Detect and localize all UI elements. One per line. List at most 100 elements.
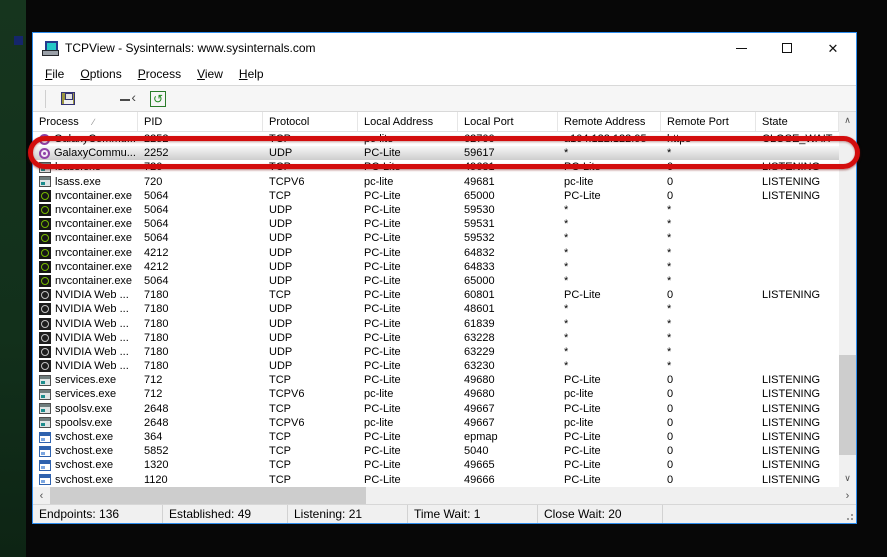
minimize-button[interactable] [718, 33, 764, 63]
scroll-right-icon[interactable]: › [839, 487, 856, 504]
cell-pid: 7180 [138, 302, 263, 316]
table-row[interactable]: GalaxyCommu...2252UDPPC-Lite59617** [33, 146, 839, 160]
cell-local_port: 65000 [458, 274, 558, 288]
menu-item-help[interactable]: Help [231, 65, 272, 83]
table-row[interactable]: svchost.exe5852TCPPC-Lite5040PC-Lite0LIS… [33, 444, 839, 458]
cell-remote_address: a104.122.122.95 [558, 132, 661, 146]
cell-remote_address: PC-Lite [558, 444, 661, 458]
cell-local_address: pc-lite [358, 175, 458, 189]
resize-grip[interactable] [845, 512, 853, 520]
column-header-local_port[interactable]: Local Port [458, 112, 558, 131]
save-button[interactable] [58, 89, 78, 109]
maximize-button[interactable] [764, 33, 810, 63]
cell-local_port: 49680 [458, 373, 558, 387]
cell-remote_address: PC-Lite [558, 458, 661, 472]
table-row[interactable]: lsass.exe720TCPPC-Lite49681PC-Lite0LISTE… [33, 160, 839, 174]
horizontal-scrollbar[interactable]: ‹ › [33, 487, 856, 504]
column-header-remote_port[interactable]: Remote Port [661, 112, 756, 131]
table-row[interactable]: nvcontainer.exe4212UDPPC-Lite64833** [33, 260, 839, 274]
scroll-down-icon[interactable]: ∨ [839, 470, 856, 487]
cell-process: nvcontainer.exe [33, 203, 138, 217]
cell-remote_port: 0 [661, 288, 756, 302]
cell-remote_port: * [661, 203, 756, 217]
table-row[interactable]: services.exe712TCPPC-Lite49680PC-Lite0LI… [33, 373, 839, 387]
cell-protocol: TCP [263, 189, 358, 203]
menu-item-options[interactable]: Options [72, 65, 129, 83]
menu-item-view[interactable]: View [189, 65, 231, 83]
cell-local_address: PC-Lite [358, 217, 458, 231]
cell-state: LISTENING [756, 387, 839, 401]
save-icon [61, 92, 75, 105]
table-row[interactable]: spoolsv.exe2648TCPPC-Lite49667PC-Lite0LI… [33, 402, 839, 416]
cell-pid: 7180 [138, 317, 263, 331]
cell-pid: 4212 [138, 246, 263, 260]
scroll-left-icon[interactable]: ‹ [33, 487, 50, 504]
cell-pid: 7180 [138, 359, 263, 373]
menu-item-process[interactable]: Process [130, 65, 189, 83]
cell-pid: 5064 [138, 189, 263, 203]
cell-local_port: 65000 [458, 189, 558, 203]
cell-process: nvcontainer.exe [33, 189, 138, 203]
scroll-up-icon[interactable]: ∧ [839, 112, 856, 129]
table-row[interactable]: NVIDIA Web ...7180UDPPC-Lite63230** [33, 359, 839, 373]
cell-protocol: TCP [263, 402, 358, 416]
table-row[interactable]: nvcontainer.exe5064TCPPC-Lite65000PC-Lit… [33, 189, 839, 203]
cell-process: GalaxyCommu... [33, 132, 138, 146]
column-header-process[interactable]: Process∕ [33, 112, 138, 131]
cell-pid: 5064 [138, 274, 263, 288]
cell-process: lsass.exe [33, 175, 138, 189]
table-row[interactable]: services.exe712TCPV6pc-lite49680pc-lite0… [33, 387, 839, 401]
menu-item-file[interactable]: File [37, 65, 72, 83]
table-row[interactable]: spoolsv.exe2648TCPV6pc-lite49667pc-lite0… [33, 416, 839, 430]
cell-protocol: TCPV6 [263, 416, 358, 430]
whois-button[interactable] [118, 89, 138, 109]
cell-protocol: UDP [263, 217, 358, 231]
table-row[interactable]: nvcontainer.exe5064UDPPC-Lite59531** [33, 217, 839, 231]
table-row[interactable]: nvcontainer.exe5064UDPPC-Lite59532** [33, 231, 839, 245]
column-header-protocol[interactable]: Protocol [263, 112, 358, 131]
cell-protocol: UDP [263, 246, 358, 260]
column-header-local_address[interactable]: Local Address [358, 112, 458, 131]
cell-pid: 5852 [138, 444, 263, 458]
cell-pid: 720 [138, 175, 263, 189]
cell-remote_port: * [661, 359, 756, 373]
vertical-scrollbar-thumb[interactable] [839, 355, 856, 455]
nvgreen-process-icon [39, 204, 51, 216]
cell-state: LISTENING [756, 402, 839, 416]
cell-local_address: PC-Lite [358, 260, 458, 274]
table-row[interactable]: NVIDIA Web ...7180UDPPC-Lite63228** [33, 331, 839, 345]
table-row[interactable]: lsass.exe720TCPV6pc-lite49681pc-lite0LIS… [33, 175, 839, 189]
cell-remote_port: * [661, 146, 756, 160]
cell-remote_address: PC-Lite [558, 373, 661, 387]
table-row[interactable]: NVIDIA Web ...7180UDPPC-Lite61839** [33, 316, 839, 330]
font-button[interactable] [88, 89, 108, 109]
title-bar[interactable]: TCPView - Sysinternals: www.sysinternals… [33, 33, 856, 63]
table-row[interactable]: NVIDIA Web ...7180UDPPC-Lite48601** [33, 302, 839, 316]
cell-process: services.exe [33, 373, 138, 387]
table-row[interactable]: svchost.exe1120TCPPC-Lite49666PC-Lite0LI… [33, 473, 839, 487]
horizontal-scrollbar-thumb[interactable] [50, 487, 366, 504]
cell-remote_port: https [661, 132, 756, 146]
column-header-remote_address[interactable]: Remote Address [558, 112, 661, 131]
column-header-pid[interactable]: PID [138, 112, 263, 131]
refresh-button[interactable] [148, 89, 168, 109]
refresh-icon [150, 91, 166, 107]
cell-remote_address: * [558, 274, 661, 288]
table-row[interactable]: svchost.exe1320TCPPC-Lite49665PC-Lite0LI… [33, 458, 839, 472]
column-header-state[interactable]: State [756, 112, 839, 131]
table-row[interactable]: NVIDIA Web ...7180TCPPC-Lite60801PC-Lite… [33, 288, 839, 302]
cell-protocol: TCP [263, 430, 358, 444]
table-row[interactable]: NVIDIA Web ...7180UDPPC-Lite63229** [33, 345, 839, 359]
galaxy-process-icon [39, 148, 50, 159]
table-row[interactable]: GalaxyCommu...2252TCPpc-lite62700a104.12… [33, 132, 839, 146]
table-row[interactable]: nvcontainer.exe5064UDPPC-Lite59530** [33, 203, 839, 217]
galaxy-process-icon [39, 134, 50, 145]
table-row[interactable]: nvcontainer.exe5064UDPPC-Lite65000** [33, 274, 839, 288]
winproc-process-icon [39, 389, 51, 400]
table-row[interactable]: svchost.exe364TCPPC-LiteepmapPC-Lite0LIS… [33, 430, 839, 444]
table-row[interactable]: nvcontainer.exe4212UDPPC-Lite64832** [33, 246, 839, 260]
cell-pid: 364 [138, 430, 263, 444]
vertical-scrollbar[interactable]: ∧ ∨ [839, 112, 856, 487]
close-button[interactable]: ✕ [810, 33, 856, 63]
cell-local_port: 48601 [458, 302, 558, 316]
